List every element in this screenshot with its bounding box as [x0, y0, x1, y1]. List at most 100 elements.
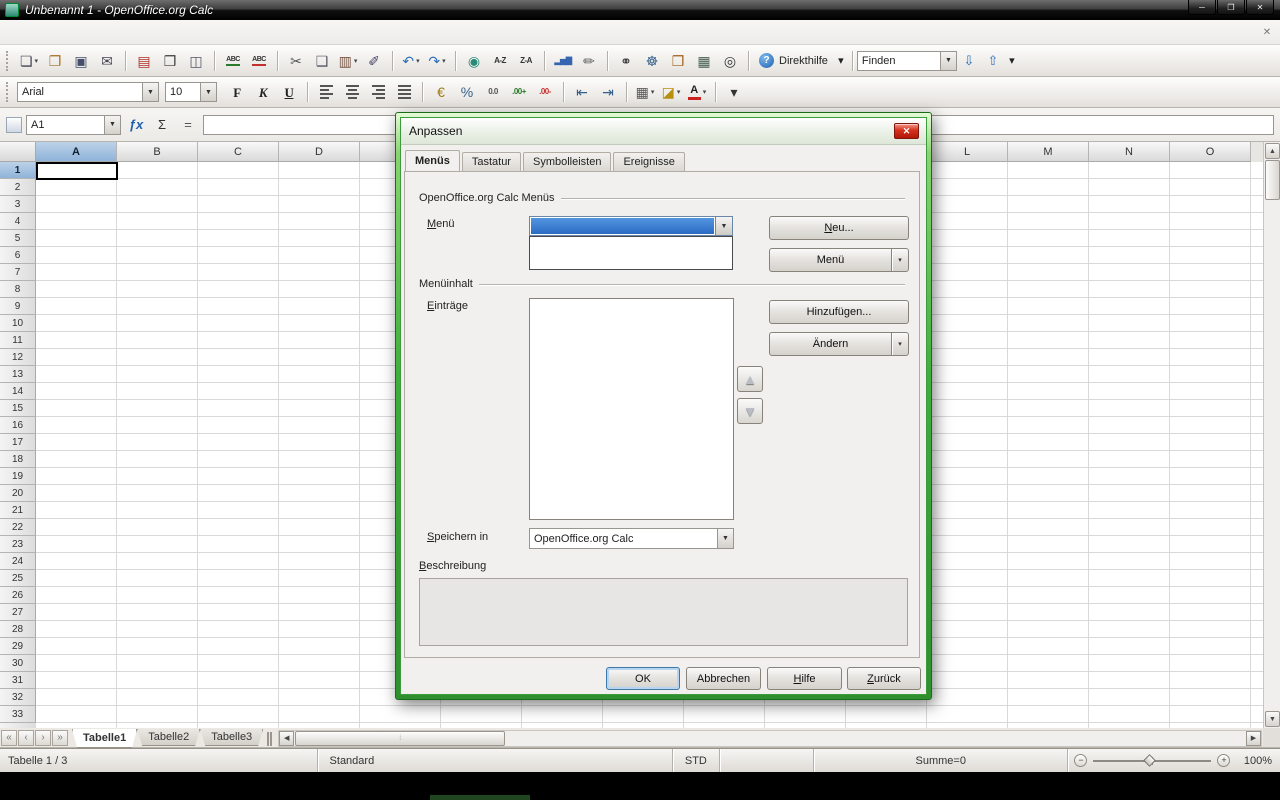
- row-header-27[interactable]: 27: [0, 604, 36, 621]
- row-header-33[interactable]: 33: [0, 706, 36, 723]
- vertical-scrollbar-thumb[interactable]: [1265, 160, 1280, 200]
- find-input[interactable]: Finden: [858, 52, 940, 70]
- spellcheck-icon[interactable]: ABC: [221, 49, 245, 73]
- row-header-21[interactable]: 21: [0, 502, 36, 519]
- data-sources-icon[interactable]: ▦: [692, 49, 716, 73]
- align-right-icon[interactable]: [366, 80, 390, 104]
- column-header-C[interactable]: C: [198, 142, 279, 162]
- find-next-icon[interactable]: ⇩: [957, 49, 981, 73]
- bold-icon[interactable]: F: [225, 80, 249, 104]
- menu-combobox[interactable]: ▼: [529, 216, 733, 236]
- row-header-22[interactable]: 22: [0, 519, 36, 536]
- row-header-12[interactable]: 12: [0, 349, 36, 366]
- cell-reference[interactable]: A1: [27, 116, 104, 134]
- copy-icon[interactable]: ❑: [310, 49, 334, 73]
- sort-descending-icon[interactable]: Z-A: [514, 49, 538, 73]
- save-icon[interactable]: ▣: [69, 49, 93, 73]
- align-center-icon[interactable]: [340, 80, 364, 104]
- dialog-tab-ereignisse[interactable]: Ereignisse: [613, 152, 684, 171]
- dialog-tab-symbolleisten[interactable]: Symbolleisten: [523, 152, 611, 171]
- toolbar-options-icon[interactable]: ▾: [722, 80, 746, 104]
- row-header-10[interactable]: 10: [0, 315, 36, 332]
- row-header-19[interactable]: 19: [0, 468, 36, 485]
- background-color-icon[interactable]: ◪▾: [659, 80, 683, 104]
- tab-splitter-handle[interactable]: [267, 732, 272, 746]
- scroll-up-icon[interactable]: ▲: [1265, 143, 1280, 159]
- scroll-down-icon[interactable]: ▼: [1265, 711, 1280, 727]
- document-close-icon[interactable]: ✕: [1259, 24, 1275, 40]
- zoom-slider-handle[interactable]: [1144, 754, 1157, 767]
- align-justify-icon[interactable]: [392, 80, 416, 104]
- column-header-L[interactable]: L: [927, 142, 1008, 162]
- move-down-button[interactable]: ▼: [737, 398, 763, 424]
- decrease-indent-icon[interactable]: ⇤: [570, 80, 594, 104]
- change-button-dropdown-icon[interactable]: ▾: [892, 340, 908, 348]
- align-left-icon[interactable]: [314, 80, 338, 104]
- name-box[interactable]: A1 ▼: [26, 115, 121, 135]
- new-document-icon[interactable]: ❏▾: [17, 49, 41, 73]
- borders-dropdown-icon[interactable]: ▾: [651, 88, 655, 96]
- find-combobox[interactable]: Finden ▼: [857, 51, 957, 71]
- save-in-dropdown-icon[interactable]: ▼: [717, 529, 733, 548]
- undo-dropdown-icon[interactable]: ▾: [416, 57, 420, 65]
- row-header-5[interactable]: 5: [0, 230, 36, 247]
- direct-help-dropdown-icon[interactable]: ▾: [834, 49, 848, 73]
- zoom-icon[interactable]: ◎: [718, 49, 742, 73]
- email-document-icon[interactable]: ✉: [95, 49, 119, 73]
- sort-ascending-icon[interactable]: A-Z: [488, 49, 512, 73]
- new-button[interactable]: Neu...: [769, 216, 909, 240]
- minimize-button[interactable]: ─: [1188, 0, 1216, 15]
- row-header-28[interactable]: 28: [0, 621, 36, 638]
- font-size-dropdown-icon[interactable]: ▼: [200, 83, 216, 101]
- row-header-20[interactable]: 20: [0, 485, 36, 502]
- font-color-dropdown-icon[interactable]: ▾: [703, 88, 707, 96]
- italic-icon[interactable]: K: [251, 80, 275, 104]
- formula-bar-grip-icon[interactable]: [6, 117, 22, 133]
- paste-dropdown-icon[interactable]: ▾: [354, 57, 358, 65]
- sheet-tab-tabelle1[interactable]: Tabelle1: [72, 729, 137, 748]
- print-icon[interactable]: ❒: [158, 49, 182, 73]
- toolbar-options-icon[interactable]: ▾: [1005, 49, 1019, 73]
- next-sheet-icon[interactable]: ›: [35, 730, 51, 746]
- gallery-icon[interactable]: ❒: [666, 49, 690, 73]
- row-header-30[interactable]: 30: [0, 655, 36, 672]
- zoom-slider-track[interactable]: [1093, 760, 1211, 762]
- background-color-dropdown-icon[interactable]: ▾: [677, 88, 681, 96]
- menu-button[interactable]: Menü ▾: [769, 248, 909, 272]
- column-header-O[interactable]: O: [1170, 142, 1251, 162]
- row-header-13[interactable]: 13: [0, 366, 36, 383]
- zoom-in-icon[interactable]: +: [1217, 754, 1230, 767]
- back-button[interactable]: Zurück: [847, 667, 921, 690]
- cut-icon[interactable]: ✂: [284, 49, 308, 73]
- toolbar-grip[interactable]: [6, 82, 11, 102]
- vertical-scrollbar[interactable]: ▲ ▼: [1263, 142, 1280, 728]
- row-header-2[interactable]: 2: [0, 179, 36, 196]
- row-header-23[interactable]: 23: [0, 536, 36, 553]
- row-header-6[interactable]: 6: [0, 247, 36, 264]
- formula-icon[interactable]: =: [177, 115, 199, 135]
- sheet-tab-tabelle2[interactable]: Tabelle2: [137, 729, 200, 746]
- row-header-32[interactable]: 32: [0, 689, 36, 706]
- number-format-standard-icon[interactable]: 0.0: [481, 80, 505, 104]
- borders-icon[interactable]: ▦▾: [633, 80, 657, 104]
- increase-indent-icon[interactable]: ⇥: [596, 80, 620, 104]
- font-size-combobox[interactable]: 10 ▼: [165, 82, 217, 102]
- first-sheet-icon[interactable]: «: [1, 730, 17, 746]
- undo-icon[interactable]: ↶▾: [399, 49, 423, 73]
- row-header-9[interactable]: 9: [0, 298, 36, 315]
- column-header-M[interactable]: M: [1008, 142, 1089, 162]
- row-header-29[interactable]: 29: [0, 638, 36, 655]
- row-header-31[interactable]: 31: [0, 672, 36, 689]
- ok-button[interactable]: OK: [606, 667, 680, 690]
- toolbar-grip[interactable]: [6, 51, 11, 71]
- find-dropdown-icon[interactable]: ▼: [940, 52, 956, 70]
- help-button[interactable]: Hilfe: [767, 667, 842, 690]
- auto-spellcheck-icon[interactable]: ABC: [247, 49, 271, 73]
- column-header-A[interactable]: A: [36, 142, 117, 162]
- name-box-dropdown-icon[interactable]: ▼: [104, 116, 120, 134]
- previous-sheet-icon[interactable]: ‹: [18, 730, 34, 746]
- menu-button-dropdown-icon[interactable]: ▾: [892, 256, 908, 264]
- column-header-D[interactable]: D: [279, 142, 360, 162]
- row-header-25[interactable]: 25: [0, 570, 36, 587]
- new-document-dropdown-icon[interactable]: ▾: [35, 57, 39, 65]
